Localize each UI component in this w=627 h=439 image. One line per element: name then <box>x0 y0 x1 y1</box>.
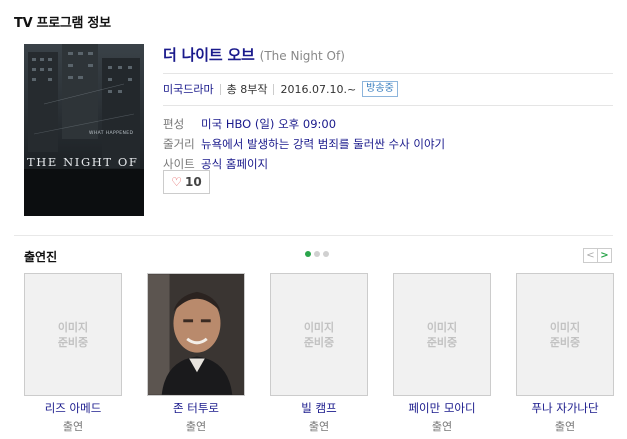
cast-list: 이미지 준비중 리즈 아메드 출연 존 터투로 출연 이미지 준비중 빌 캠프 <box>24 273 614 434</box>
official-site-link[interactable]: 공식 홈페이지 <box>201 154 268 174</box>
cast-photo-placeholder[interactable]: 이미지 준비중 <box>393 273 491 396</box>
cast-name[interactable]: 존 터투로 <box>147 400 245 416</box>
detail-row-site: 사이트 공식 홈페이지 <box>163 154 613 174</box>
cast-page-indicator <box>305 251 329 257</box>
cast-photo-placeholder[interactable]: 이미지 준비중 <box>270 273 368 396</box>
program-poster[interactable]: WHAT HAPPENED THE NIGHT OF <box>24 44 144 216</box>
program-meta: 미국드라마 총 8부작 2016.07.10.~ 방송중 <box>163 74 613 106</box>
poster-image: WHAT HAPPENED THE NIGHT OF <box>24 44 144 216</box>
placeholder-text: 이미지 준비중 <box>57 320 89 349</box>
meta-separator <box>273 83 275 95</box>
poster-tagline: WHAT HAPPENED <box>89 130 133 136</box>
like-button[interactable]: ♡ 10 <box>163 170 210 194</box>
detail-row-schedule: 편성 미국 HBO (일) 오후 09:00 <box>163 114 613 134</box>
page-dot-1[interactable] <box>305 251 311 257</box>
program-details: 편성 미국 HBO (일) 오후 09:00 줄거리 뉴욕에서 발생하는 강력 … <box>163 106 613 174</box>
cast-role: 출연 <box>308 420 330 433</box>
person-photo-icon <box>148 274 244 395</box>
chevron-right-icon[interactable]: > <box>597 248 612 263</box>
placeholder-text: 이미지 준비중 <box>426 320 458 349</box>
program-air-date: 2016.07.10.~ <box>280 82 357 96</box>
meta-separator <box>219 83 221 95</box>
like-count: 10 <box>185 175 202 189</box>
poster-title: THE NIGHT OF <box>27 155 139 169</box>
program-original-title: (The Night Of) <box>259 49 345 63</box>
program-episodes: 총 8부작 <box>226 83 268 96</box>
program-genre[interactable]: 미국드라마 <box>163 81 214 97</box>
cast-name[interactable]: 빌 캠프 <box>270 400 368 416</box>
detail-label: 편성 <box>163 117 185 131</box>
placeholder-text: 이미지 준비중 <box>303 320 335 349</box>
heart-icon: ♡ <box>171 175 183 189</box>
detail-row-synopsis: 줄거리 뉴욕에서 발생하는 강력 범죄를 둘러싼 수사 이야기 <box>163 134 613 154</box>
cast-role: 출연 <box>62 420 84 433</box>
cast-member[interactable]: 이미지 준비중 빌 캠프 출연 <box>270 273 368 434</box>
cast-role: 출연 <box>554 420 576 433</box>
program-info: 더 나이트 오브 (The Night Of) 미국드라마 총 8부작 2016… <box>163 44 613 194</box>
program-title[interactable]: 더 나이트 오브 <box>163 44 255 65</box>
page-dot-2[interactable] <box>314 251 320 257</box>
cast-member[interactable]: 존 터투로 출연 <box>147 273 245 434</box>
cast-photo-placeholder[interactable]: 이미지 준비중 <box>516 273 614 396</box>
cast-title: 출연진 <box>24 250 58 264</box>
page-dot-3[interactable] <box>323 251 329 257</box>
cast-role: 출연 <box>185 420 207 433</box>
detail-label: 줄거리 <box>163 137 195 151</box>
title-line: 더 나이트 오브 (The Night Of) <box>163 44 613 74</box>
cast-photo[interactable] <box>147 273 245 396</box>
detail-value-synopsis[interactable]: 뉴욕에서 발생하는 강력 범죄를 둘러싼 수사 이야기 <box>201 134 445 154</box>
detail-value-schedule[interactable]: 미국 HBO (일) 오후 09:00 <box>201 114 336 134</box>
cast-pager: < > <box>583 248 612 263</box>
chevron-left-icon[interactable]: < <box>583 248 598 263</box>
cast-member[interactable]: 이미지 준비중 푸나 자가나단 출연 <box>516 273 614 434</box>
cast-member[interactable]: 이미지 준비중 페이만 모아디 출연 <box>393 273 491 434</box>
cast-member[interactable]: 이미지 준비중 리즈 아메드 출연 <box>24 273 122 434</box>
cast-photo-placeholder[interactable]: 이미지 준비중 <box>24 273 122 396</box>
cast-name[interactable]: 푸나 자가나단 <box>516 400 614 416</box>
cast-name[interactable]: 페이만 모아디 <box>393 400 491 416</box>
section-title: TV 프로그램 정보 <box>14 16 111 31</box>
section-divider <box>14 235 613 236</box>
cast-role: 출연 <box>431 420 453 433</box>
cast-name[interactable]: 리즈 아메드 <box>24 400 122 416</box>
placeholder-text: 이미지 준비중 <box>549 320 581 349</box>
status-badge: 방송중 <box>362 81 398 97</box>
